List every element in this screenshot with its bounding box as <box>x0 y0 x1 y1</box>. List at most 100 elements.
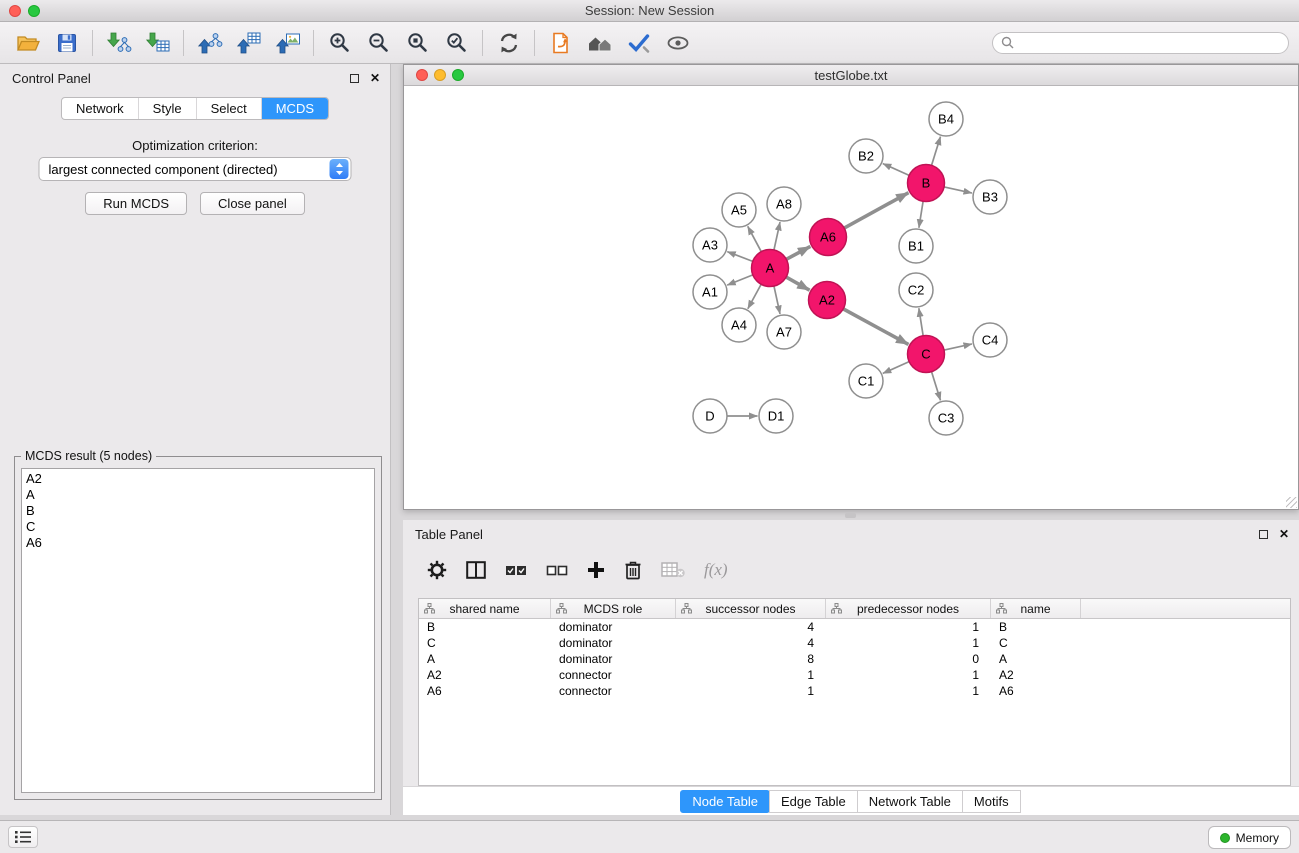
graph-node-A4[interactable]: A4 <box>722 308 756 342</box>
tab-node-table[interactable]: Node Table <box>680 790 770 813</box>
graph-node-D1[interactable]: D1 <box>759 399 793 433</box>
tab-mcds[interactable]: MCDS <box>261 98 328 119</box>
tab-edge-table[interactable]: Edge Table <box>769 790 858 813</box>
float-panel-icon[interactable] <box>350 74 359 83</box>
graph-edge-B-B1[interactable] <box>919 201 923 227</box>
graph-edge-A-A8[interactable] <box>774 222 780 250</box>
table-row[interactable]: Bdominator41B <box>419 619 1290 635</box>
deselect-all-button[interactable] <box>546 562 568 578</box>
graph-edge-A-A4[interactable] <box>748 284 761 308</box>
column-header-name[interactable]: name <box>991 599 1081 618</box>
home-networks-button[interactable] <box>580 26 619 60</box>
table-row[interactable]: Adominator80A <box>419 651 1290 667</box>
graph-edge-A-A7[interactable] <box>774 286 780 314</box>
search-field[interactable] <box>992 32 1289 54</box>
zoom-out-button[interactable] <box>359 26 398 60</box>
export-image-button[interactable] <box>268 26 307 60</box>
mcds-result-item[interactable]: B <box>22 503 374 519</box>
run-mcds-button[interactable]: Run MCDS <box>85 192 187 215</box>
optimization-criterion-select[interactable]: largest connected component (directed) <box>39 157 352 181</box>
open-session-button[interactable] <box>8 26 47 60</box>
graph-node-C1[interactable]: C1 <box>849 364 883 398</box>
column-header-shared-name[interactable]: shared name <box>419 599 551 618</box>
tab-select[interactable]: Select <box>196 98 261 119</box>
graph-node-B3[interactable]: B3 <box>973 180 1007 214</box>
tab-style[interactable]: Style <box>138 98 196 119</box>
column-header-predecessor-nodes[interactable]: predecessor nodes <box>826 599 991 618</box>
graph-node-B[interactable]: B <box>908 165 945 202</box>
mcds-result-item[interactable]: A6 <box>22 535 374 551</box>
graph-edge-C-C4[interactable] <box>944 344 972 350</box>
network-window-titlebar[interactable]: testGlobe.txt <box>404 65 1298 86</box>
graph-node-A2[interactable]: A2 <box>809 282 846 319</box>
graph-node-A8[interactable]: A8 <box>767 187 801 221</box>
function-builder-button[interactable]: f(x) <box>704 560 728 580</box>
table-row[interactable]: Cdominator41C <box>419 635 1290 651</box>
zoom-fit-button[interactable] <box>398 26 437 60</box>
graph-edge-A-A2[interactable] <box>786 277 809 290</box>
column-header-successor-nodes[interactable]: successor nodes <box>676 599 826 618</box>
graph-edge-C-C2[interactable] <box>919 308 923 335</box>
show-details-button[interactable] <box>658 26 697 60</box>
graph-node-A7[interactable]: A7 <box>767 315 801 349</box>
export-network-button[interactable] <box>190 26 229 60</box>
table-options-button[interactable] <box>427 560 447 580</box>
graph-node-C[interactable]: C <box>908 336 945 373</box>
graph-node-A3[interactable]: A3 <box>693 228 727 262</box>
select-all-button[interactable] <box>505 562 527 578</box>
show-columns-button[interactable] <box>466 561 486 579</box>
close-panel-icon[interactable]: ✕ <box>370 72 380 84</box>
graph-node-C3[interactable]: C3 <box>929 401 963 435</box>
graph-edge-A2-C[interactable] <box>843 309 908 345</box>
table-row[interactable]: A2connector11A2 <box>419 667 1290 683</box>
graph-edge-B-B2[interactable] <box>883 164 909 176</box>
graph-node-D[interactable]: D <box>693 399 727 433</box>
graph-node-C4[interactable]: C4 <box>973 323 1007 357</box>
graph-node-C2[interactable]: C2 <box>899 273 933 307</box>
graph-edge-A-A6[interactable] <box>786 246 810 259</box>
graph-edge-B-B3[interactable] <box>944 187 972 193</box>
graph-node-A1[interactable]: A1 <box>693 275 727 309</box>
mcds-result-list[interactable]: A2ABCA6 <box>21 468 375 793</box>
zoom-in-button[interactable] <box>320 26 359 60</box>
close-panel-button[interactable]: Close panel <box>200 192 305 215</box>
graph-node-A5[interactable]: A5 <box>722 193 756 227</box>
search-input[interactable] <box>1019 36 1280 50</box>
graph-node-A[interactable]: A <box>752 250 789 287</box>
table-row[interactable]: A6connector11A6 <box>419 683 1290 699</box>
import-network-button[interactable] <box>99 26 138 60</box>
graph-edge-C-C3[interactable] <box>932 372 941 401</box>
graph-node-B1[interactable]: B1 <box>899 229 933 263</box>
column-header-mcds-role[interactable]: MCDS role <box>551 599 676 618</box>
graph-node-A6[interactable]: A6 <box>810 219 847 256</box>
zoom-selected-button[interactable] <box>437 26 476 60</box>
mcds-result-item[interactable]: A2 <box>22 471 374 487</box>
tab-network[interactable]: Network <box>62 98 138 119</box>
refresh-button[interactable] <box>489 26 528 60</box>
apply-style-button[interactable] <box>619 26 658 60</box>
graph-edge-C-C1[interactable] <box>883 362 909 374</box>
graph-edge-A-A1[interactable] <box>727 275 753 285</box>
delete-column-button[interactable] <box>624 560 642 580</box>
document-arrow-button[interactable] <box>541 26 580 60</box>
tab-motifs[interactable]: Motifs <box>962 790 1021 813</box>
close-table-panel-icon[interactable]: ✕ <box>1279 528 1289 540</box>
save-session-button[interactable] <box>47 26 86 60</box>
add-column-button[interactable] <box>587 561 605 579</box>
float-table-panel-icon[interactable] <box>1259 530 1268 539</box>
graph-edge-A-A3[interactable] <box>727 252 752 262</box>
mcds-result-item[interactable]: C <box>22 519 374 535</box>
delete-table-button[interactable] <box>661 561 685 579</box>
mcds-result-item[interactable]: A <box>22 487 374 503</box>
resize-handle[interactable] <box>1286 497 1297 508</box>
graph-edge-A6-B[interactable] <box>844 193 908 228</box>
memory-button[interactable]: Memory <box>1208 826 1291 849</box>
graph-edge-A-A5[interactable] <box>748 226 762 251</box>
graph-edge-B-B4[interactable] <box>932 137 941 166</box>
graph-node-B2[interactable]: B2 <box>849 139 883 173</box>
network-canvas[interactable]: B4 B2 B B3 A5 A8 A6 B1 A3 A C2 A1 A2 A4 A7 C4 C C1 C3 D D1 <box>404 86 1298 509</box>
graph-node-B4[interactable]: B4 <box>929 102 963 136</box>
import-table-button[interactable] <box>138 26 177 60</box>
export-table-button[interactable] <box>229 26 268 60</box>
panel-list-button[interactable] <box>8 826 38 848</box>
